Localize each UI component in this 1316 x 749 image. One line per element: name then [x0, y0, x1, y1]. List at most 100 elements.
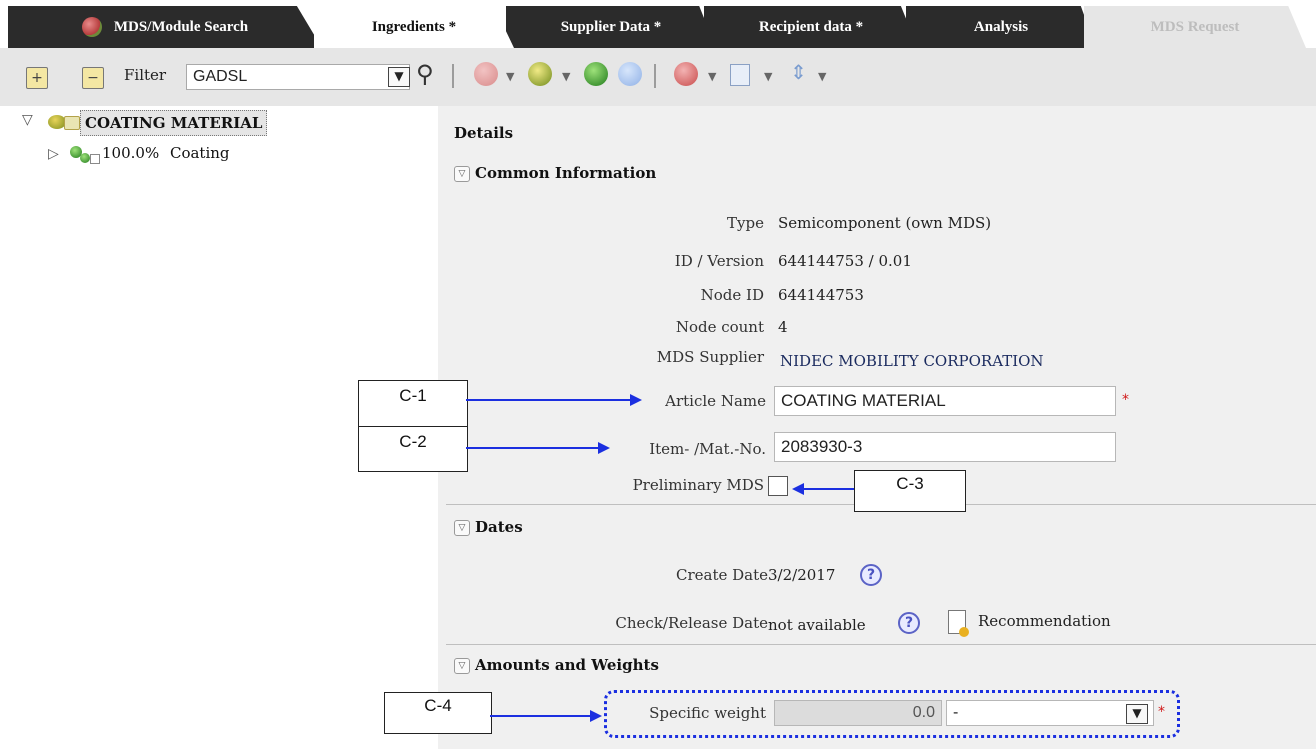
recommendation-icon[interactable] — [948, 610, 969, 637]
preliminary-mds-label: Preliminary MDS — [632, 476, 764, 494]
node-id-label: Node ID — [700, 286, 764, 304]
add-substance-icon[interactable] — [618, 62, 642, 86]
expand-triangle-icon[interactable]: ▽ — [22, 112, 33, 128]
arrow-head-icon — [630, 394, 642, 406]
chevron-down-icon[interactable]: ▼ — [562, 70, 570, 83]
check-release-date-label: Check/Release Date — [615, 614, 768, 632]
filter-value: GADSL — [193, 68, 248, 85]
type-label: Type — [727, 214, 764, 232]
callout-c2: C-2 — [358, 426, 468, 472]
filter-dropdown-button[interactable]: ▼ — [388, 67, 410, 87]
callout-label: C-4 — [424, 696, 452, 715]
chevron-down-icon[interactable]: ▼ — [506, 70, 514, 83]
callout-label: C-1 — [399, 386, 427, 405]
move-icon[interactable]: ⇕ — [790, 60, 807, 84]
create-date-value: 3/2/2017 — [768, 566, 836, 584]
tab-label: Recipient data * — [758, 18, 864, 35]
arrow-head-icon — [590, 710, 602, 722]
tab-label: MDS/Module Search — [113, 18, 249, 35]
arrow-head-icon — [598, 442, 610, 454]
add-material-icon[interactable] — [584, 62, 608, 86]
toolbar-separator — [452, 64, 454, 88]
chevron-down-icon[interactable]: ▼ — [818, 70, 826, 83]
section-title: Dates — [475, 518, 523, 536]
section-common-information[interactable]: ▽ Common Information — [454, 164, 656, 182]
callout-label: C-2 — [399, 432, 427, 451]
tab-bar: MDS/Module Search Supplier Data * Recipi… — [0, 0, 1316, 48]
collapse-all-icon[interactable]: − — [82, 67, 104, 89]
callout-c4: C-4 — [384, 692, 492, 734]
id-version-label: ID / Version — [674, 252, 764, 270]
tree-root-label: COATING MATERIAL — [85, 114, 263, 132]
tab-ingredients[interactable]: Ingredients * — [314, 6, 514, 48]
section-title: Common Information — [475, 164, 657, 182]
preliminary-mds-checkbox[interactable] — [768, 476, 788, 496]
filter-label: Filter — [124, 66, 167, 84]
help-icon[interactable]: ? — [860, 564, 882, 586]
tab-label: Ingredients * — [371, 18, 457, 35]
id-version-value: 644144753 / 0.01 — [778, 252, 912, 270]
copy-icon[interactable] — [730, 64, 750, 86]
search-icon[interactable]: ⚲ — [416, 60, 434, 88]
section-title: Amounts and Weights — [475, 656, 659, 674]
tab-label: Supplier Data * — [560, 18, 662, 35]
chevron-down-icon[interactable]: ▽ — [454, 520, 470, 536]
node-id-value: 644144753 — [778, 286, 864, 304]
tab-label: Analysis — [973, 18, 1029, 35]
tree-root-node[interactable]: COATING MATERIAL — [80, 110, 268, 136]
delete-icon[interactable] — [674, 62, 698, 86]
callout-label: C-3 — [896, 474, 924, 493]
chevron-down-icon: ▼ — [394, 69, 404, 83]
expand-all-icon[interactable]: + — [26, 67, 48, 89]
section-amounts-and-weights[interactable]: ▽ Amounts and Weights — [454, 656, 659, 674]
tab-supplier-data[interactable]: Supplier Data * — [506, 6, 716, 48]
tab-analysis[interactable]: Analysis — [906, 6, 1096, 48]
section-dates[interactable]: ▽ Dates — [454, 518, 523, 536]
toolbar-separator — [654, 64, 656, 88]
type-value: Semicomponent (own MDS) — [778, 214, 992, 232]
article-name-field[interactable] — [774, 386, 1116, 416]
tab-mds-request: MDS Request — [1084, 6, 1306, 48]
node-count-label: Node count — [675, 318, 764, 336]
tab-label: MDS Request — [1150, 18, 1240, 35]
add-component-icon[interactable] — [474, 62, 498, 86]
divider — [446, 644, 1316, 645]
mds-module-icon — [81, 17, 102, 37]
tab-mds-module-search[interactable]: MDS/Module Search — [8, 6, 322, 48]
details-panel — [438, 106, 1316, 749]
recommendation-link[interactable]: Recommendation — [978, 612, 1111, 630]
material-icon — [80, 153, 90, 163]
check-release-date-value: not available — [768, 616, 866, 634]
folder-icon — [64, 116, 80, 130]
tree-child-percent: 100.0% — [102, 144, 160, 162]
chevron-down-icon[interactable]: ▼ — [708, 70, 716, 83]
mds-supplier-value: NIDEC MOBILITY CORPORATION — [780, 352, 1044, 370]
tree-child-node[interactable]: 100.0% Coating — [102, 144, 230, 162]
callout-arrow — [490, 715, 590, 717]
help-icon[interactable]: ? — [898, 612, 920, 634]
node-count-value: 4 — [778, 318, 788, 336]
create-date-label: Create Date — [675, 566, 768, 584]
callout-c3: C-3 — [854, 470, 966, 512]
filter-select[interactable]: GADSL — [186, 64, 410, 90]
badge-icon — [959, 627, 969, 637]
required-marker: * — [1122, 392, 1129, 408]
tab-recipient-data[interactable]: Recipient data * — [704, 6, 918, 48]
callout-c1: C-1 — [358, 380, 468, 428]
arrow-head-icon — [792, 483, 804, 495]
node-box-icon — [90, 154, 100, 164]
item-no-label: Item- /Mat.-No. — [649, 440, 766, 458]
chevron-down-icon[interactable]: ▼ — [764, 70, 772, 83]
add-semicomponent-icon[interactable] — [528, 62, 552, 86]
highlight-box — [604, 690, 1180, 738]
tree-child-label: Coating — [169, 144, 230, 162]
article-name-label: Article Name — [665, 392, 766, 410]
collapse-triangle-icon[interactable]: ▷ — [48, 146, 59, 162]
details-title: Details — [454, 124, 514, 142]
mds-supplier-label: MDS Supplier — [656, 348, 764, 366]
chevron-down-icon[interactable]: ▽ — [454, 658, 470, 674]
callout-arrow — [804, 488, 854, 490]
chevron-down-icon[interactable]: ▽ — [454, 166, 470, 182]
item-no-field[interactable] — [774, 432, 1116, 462]
callout-arrow — [466, 447, 598, 449]
